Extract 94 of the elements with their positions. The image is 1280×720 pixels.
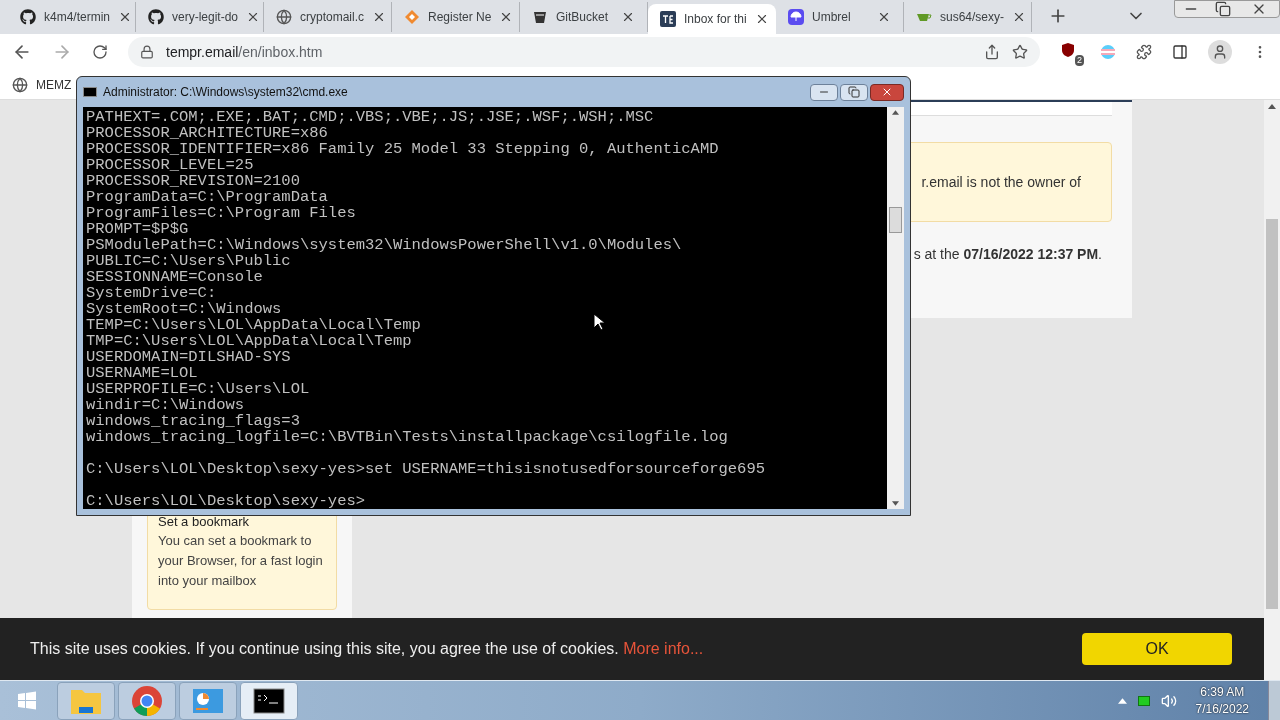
scroll-thumb[interactable] bbox=[1266, 219, 1278, 609]
chrome-icon bbox=[131, 684, 163, 717]
person-icon bbox=[1212, 44, 1228, 60]
console-line: PROCESSOR_ARCHITECTURE=x86 bbox=[86, 125, 328, 141]
url-text: tempr.email/en/inbox.htm bbox=[166, 42, 323, 62]
profile-avatar[interactable] bbox=[1208, 40, 1232, 64]
close-icon[interactable] bbox=[372, 10, 386, 24]
received-text: s at the 07/16/2022 12:37 PM. bbox=[913, 245, 1102, 264]
tab-title: GitBucket bbox=[556, 9, 610, 26]
browser-tab[interactable]: Inbox for thi bbox=[648, 4, 776, 34]
console-line: USERPROFILE=C:\Users\LOL bbox=[86, 381, 310, 397]
reload-icon[interactable] bbox=[92, 44, 108, 60]
clock-date[interactable]: 7/16/2022 bbox=[1195, 700, 1249, 718]
browser-tab[interactable]: Register Ne bbox=[392, 2, 520, 32]
globe-icon bbox=[276, 9, 292, 25]
console-line: windir=C:\Windows bbox=[86, 397, 245, 413]
cookie-text: This site uses cookies. If you continue using this site, you agree the use of cookies. More info... bbox=[30, 639, 704, 659]
taskbar-app[interactable] bbox=[240, 681, 298, 720]
te-logo-icon bbox=[660, 11, 676, 27]
maximize-button[interactable] bbox=[840, 83, 868, 101]
close-icon bbox=[881, 86, 893, 98]
console-line: C:\Users\LOL\Desktop\sexy-yes> bbox=[86, 493, 366, 509]
console-line: PATHEXT=.COM;.EXE;.BAT;.CMD;.VBS;.VBE;.JS;.JSE;.WSF;.WSH;.MSC bbox=[86, 109, 654, 125]
console-line: USERNAME=LOL bbox=[86, 365, 198, 381]
close-icon[interactable] bbox=[621, 10, 635, 24]
badge-count: 2 bbox=[1075, 55, 1084, 66]
console-line: ProgramFiles=C:\Program Files bbox=[86, 205, 356, 221]
umbrella-icon bbox=[788, 9, 804, 25]
scrollbar[interactable] bbox=[1264, 100, 1280, 680]
show-hidden-icon[interactable] bbox=[1117, 697, 1127, 704]
console-line: windows_tracing_flags=3 bbox=[86, 413, 300, 429]
lock-icon bbox=[140, 45, 154, 59]
mouse-cursor-icon bbox=[593, 313, 605, 331]
github-icon bbox=[20, 9, 36, 25]
bucket-icon bbox=[532, 9, 548, 25]
console-line: PROCESSOR_REVISION=2100 bbox=[86, 173, 300, 189]
tab-title: very-legit-do bbox=[172, 9, 239, 26]
side-panel-icon[interactable] bbox=[1172, 44, 1188, 60]
tab-title: cryptomail.c bbox=[300, 9, 364, 26]
console-line: windows_tracing_logfile=C:\BVTBin\Tests\installpackage\csilogfile.log bbox=[86, 429, 728, 445]
scroll-up-icon[interactable] bbox=[892, 110, 899, 115]
console-line: SystemDrive=C: bbox=[86, 285, 217, 301]
control-panel-icon bbox=[192, 686, 224, 715]
close-icon[interactable] bbox=[877, 10, 891, 24]
browser-tab[interactable]: cryptomail.c bbox=[264, 2, 392, 32]
console-line: SESSIONNAME=Console bbox=[86, 269, 263, 285]
window-title: Administrator: C:\Windows\system32\cmd.exe bbox=[103, 84, 348, 101]
diamond-icon bbox=[404, 9, 420, 25]
github-icon bbox=[148, 9, 164, 25]
console-line: PSModulePath=C:\Windows\system32\WindowsPowerShell\v1.0\Modules\ bbox=[86, 237, 682, 253]
share-icon[interactable] bbox=[984, 44, 1000, 60]
address-bar[interactable]: tempr.email/en/inbox.htm bbox=[128, 37, 1040, 67]
browser-tab[interactable]: k4m4/termin bbox=[8, 2, 136, 32]
console-line: ProgramData=C:\ProgramData bbox=[86, 189, 328, 205]
notice-text: r.email is not the owner of bbox=[921, 172, 1081, 192]
restore-icon bbox=[848, 86, 860, 98]
volume-icon[interactable] bbox=[1160, 692, 1177, 709]
minimize-button[interactable] bbox=[810, 83, 838, 101]
clock-time[interactable]: 6:39 AM bbox=[1200, 683, 1245, 701]
scroll-down-icon[interactable] bbox=[892, 501, 899, 506]
tab-title: Umbrel bbox=[812, 9, 852, 26]
extensions-icon[interactable] bbox=[1136, 44, 1152, 60]
bookmark-star-icon[interactable] bbox=[1012, 44, 1028, 60]
more-info-link[interactable]: More info... bbox=[623, 640, 704, 657]
console-line: SystemRoot=C:\Windows bbox=[86, 301, 282, 317]
console-line: PROCESSOR_LEVEL=25 bbox=[86, 157, 254, 173]
tab-title: sus64/sexy- bbox=[940, 9, 1005, 26]
tip-text: You can set a bookmark to your Browser, for a fast login into your mailbox bbox=[158, 532, 324, 590]
console-line: PROCESSOR_IDENTIFIER=x86 Family 25 Model 33 Stepping 0, AuthenticAMD bbox=[86, 141, 719, 157]
console-line: C:\Users\LOL\Desktop\sexy-yes>set USERNAME=thisisnotusedforsourceforge695 bbox=[86, 461, 765, 477]
windows-start-icon[interactable] bbox=[17, 690, 37, 711]
console-line: PROMPT=$P$G bbox=[86, 221, 189, 237]
globe-icon bbox=[12, 76, 28, 93]
terminal-icon bbox=[253, 686, 285, 715]
console-line: TEMP=C:\Users\LOL\AppData\Local\Temp bbox=[86, 317, 421, 333]
tab-title: k4m4/termin bbox=[44, 9, 111, 26]
browser-tab[interactable]: Umbrel bbox=[776, 2, 904, 32]
console-line: USERDOMAIN=DILSHAD-SYS bbox=[86, 349, 291, 365]
tab-title: Register Ne bbox=[428, 9, 492, 26]
bookmark-item[interactable]: MEMZ bbox=[36, 75, 72, 94]
tab-title: Inbox for thi bbox=[684, 11, 747, 28]
tip-title: Set a bookmark bbox=[158, 513, 251, 531]
scrollbar[interactable] bbox=[887, 107, 904, 509]
close-button[interactable] bbox=[870, 83, 904, 101]
console-line: TMP=C:\Users\LOL\AppData\Local\Temp bbox=[86, 333, 412, 349]
console-line: PUBLIC=C:\Users\Public bbox=[86, 253, 291, 269]
ok-button[interactable]: OK bbox=[1082, 633, 1232, 665]
cmd-icon bbox=[83, 87, 97, 97]
network-icon[interactable] bbox=[1137, 695, 1150, 706]
browser-tab[interactable]: sus64/sexy- bbox=[904, 2, 1032, 32]
show-desktop-button[interactable] bbox=[1268, 680, 1280, 720]
scroll-up-icon[interactable] bbox=[1268, 104, 1276, 109]
browser-tab[interactable]: very-legit-do bbox=[136, 2, 264, 32]
scroll-thumb[interactable] bbox=[889, 207, 902, 233]
